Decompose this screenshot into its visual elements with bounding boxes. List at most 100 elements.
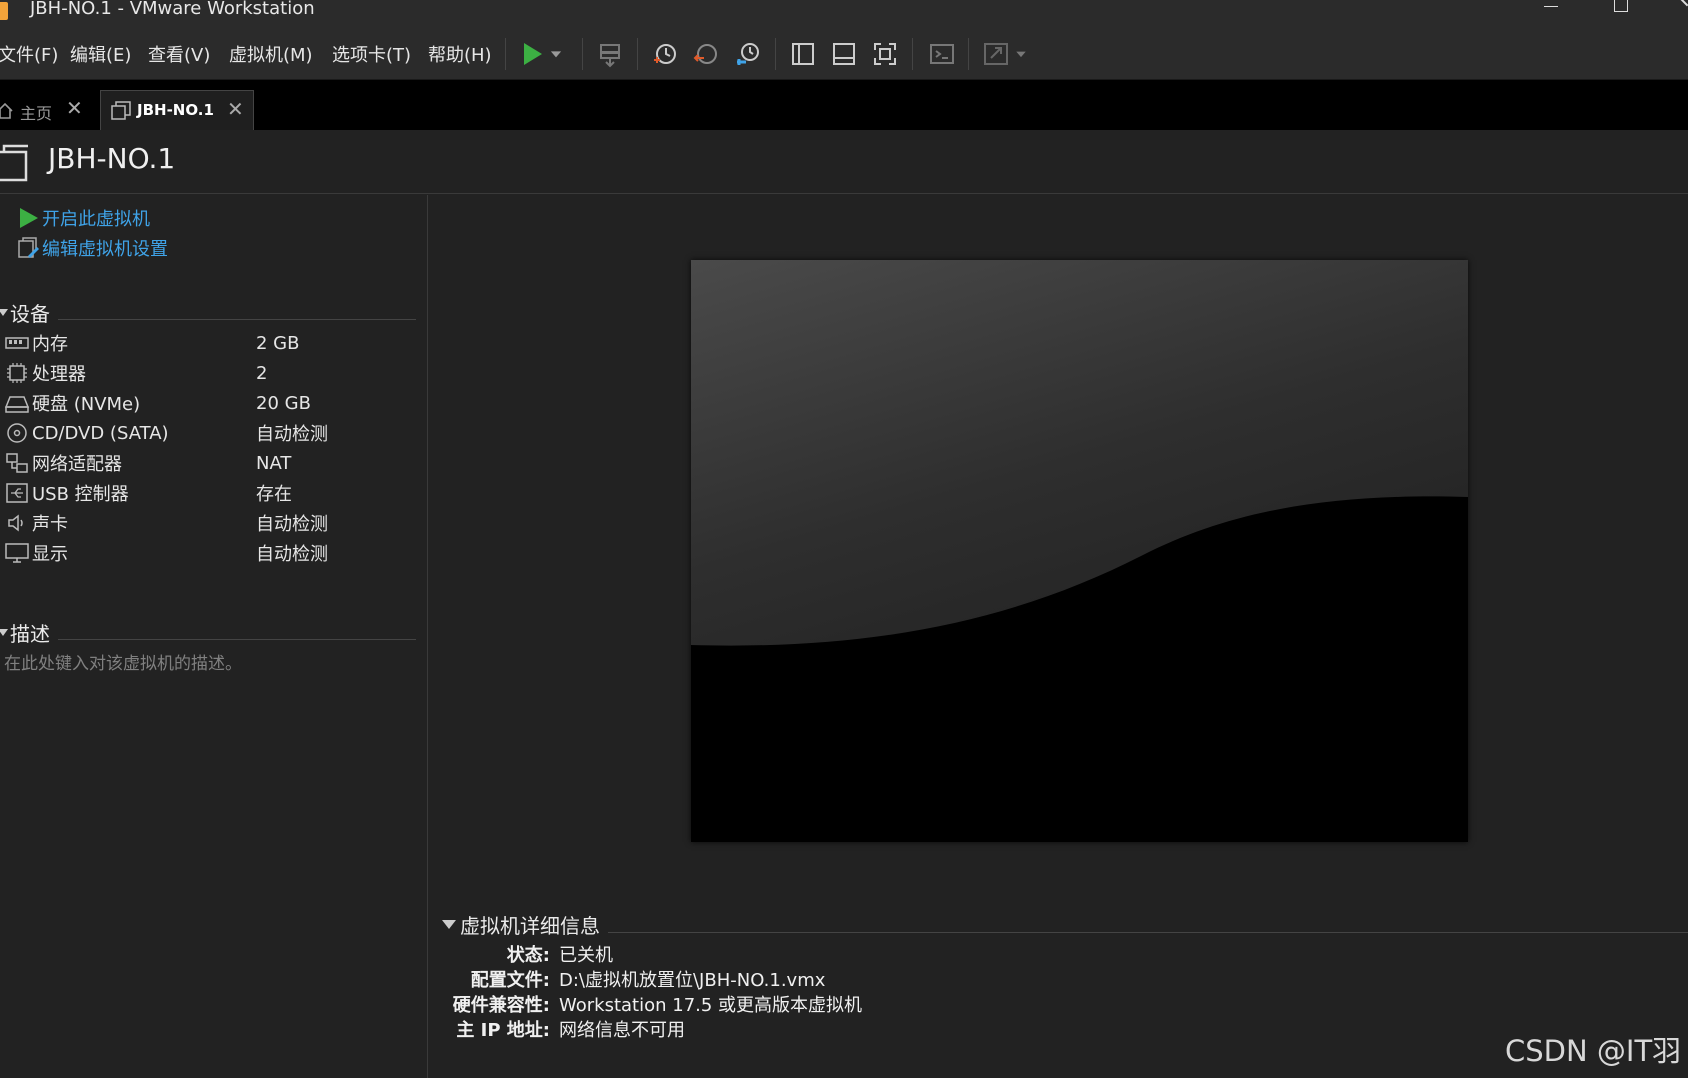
vm-tab-icon — [111, 101, 131, 120]
detail-row-status: 状态: 已关机 — [0, 941, 1688, 966]
menu-file[interactable]: 文件(F) — [0, 41, 58, 67]
power-on-label: 开启此虚拟机 — [42, 209, 150, 230]
device-row-network-adapter[interactable]: 网络适配器 NAT — [4, 449, 404, 477]
toolbar-separator — [968, 38, 969, 70]
menu-vm[interactable]: 虚拟机(M) — [229, 41, 313, 67]
close-tab-icon[interactable]: ✕ — [66, 98, 83, 118]
tab-vm-label: JBH-NO.1 — [137, 101, 214, 119]
device-name: 硬盘 (NVMe) — [32, 394, 141, 415]
toolbar-separator — [912, 38, 913, 70]
device-name: 处理器 — [32, 364, 86, 385]
hard-disk-icon — [4, 396, 30, 413]
menu-view[interactable]: 查看(V) — [148, 41, 210, 67]
tab-vm[interactable]: JBH-NO.1 ✕ — [100, 90, 254, 130]
memory-icon — [5, 337, 29, 349]
detail-value: 已关机 — [559, 945, 613, 966]
device-row-hard-disk[interactable]: 硬盘 (NVMe) 20 GB — [4, 389, 404, 417]
snapshot-icon[interactable] — [649, 38, 681, 70]
device-row-sound[interactable]: 声卡 自动检测 — [4, 509, 404, 537]
detail-value: Workstation 17.5 或更高版本虚拟机 — [559, 995, 863, 1016]
details-section-header[interactable]: 虚拟机详细信息 — [442, 910, 1688, 938]
device-value: 自动检测 — [256, 544, 328, 565]
device-value: 存在 — [256, 484, 292, 505]
description-section-header[interactable]: 描述 — [0, 619, 416, 646]
revert-snapshot-icon[interactable] — [690, 38, 722, 70]
device-value: 2 — [256, 362, 268, 384]
power-on-button[interactable]: 开启此虚拟机 — [16, 205, 150, 231]
device-name: 内存 — [32, 334, 68, 355]
section-divider — [58, 318, 416, 320]
vm-icon — [0, 144, 28, 182]
edit-settings-label: 编辑虚拟机设置 — [42, 239, 168, 260]
menu-edit[interactable]: 编辑(E) — [70, 41, 131, 67]
toolbar-separator — [637, 38, 638, 70]
devices-section-header[interactable]: 设备 — [0, 299, 416, 326]
device-value: 自动检测 — [256, 424, 328, 445]
detail-key: 状态: — [506, 945, 550, 966]
devices-heading: 设备 — [10, 301, 50, 326]
device-value: 20 GB — [256, 392, 311, 414]
unity-dropdown-icon[interactable] — [1010, 38, 1032, 70]
maximize-button[interactable] — [1600, 0, 1640, 22]
description-input[interactable]: 在此处键入对该虚拟机的描述。 — [4, 649, 242, 674]
vmware-app-icon — [0, 2, 8, 20]
device-row-cd-dvd[interactable]: CD/DVD (SATA) 自动检测 — [4, 419, 404, 447]
detail-key: 配置文件: — [470, 970, 550, 991]
device-row-display[interactable]: 显示 自动检测 — [4, 539, 404, 567]
detail-row-config-file: 配置文件: D:\虚拟机放置位\JBH-NO.1.vmx — [0, 966, 1688, 991]
device-name: 声卡 — [32, 514, 68, 535]
toolbar-separator — [582, 38, 583, 70]
description-heading: 描述 — [10, 621, 50, 646]
play-icon — [20, 208, 38, 228]
tab-home[interactable]: 主页 ✕ — [0, 90, 90, 130]
menu-tabs[interactable]: 选项卡(T) — [332, 41, 411, 67]
device-value: NAT — [256, 452, 292, 474]
toolbar-separator — [775, 38, 776, 70]
device-row-usb[interactable]: USB 控制器 存在 — [4, 479, 404, 507]
minimize-button[interactable] — [1530, 0, 1570, 22]
menu-toolbar: 文件(F) 编辑(E) 查看(V) 虚拟机(M) 选项卡(T) 帮助(H) — [0, 28, 1688, 80]
collapse-triangle-icon — [0, 308, 8, 316]
toolbar-separator — [505, 38, 506, 70]
detail-row-ip-address: 主 IP 地址: 网络信息不可用 — [0, 1016, 1688, 1041]
home-icon — [0, 102, 13, 119]
watermark: CSDN @IT羽 — [1505, 1034, 1682, 1068]
device-value: 自动检测 — [256, 514, 328, 535]
collapse-triangle-icon — [0, 628, 8, 636]
detail-value: D:\虚拟机放置位\JBH-NO.1.vmx — [559, 970, 826, 991]
device-row-memory[interactable]: 内存 2 GB — [4, 329, 404, 357]
close-tab-icon[interactable]: ✕ — [227, 99, 244, 119]
device-name: CD/DVD (SATA) — [32, 422, 169, 444]
sound-icon — [8, 514, 23, 532]
vm-screen-preview[interactable] — [691, 260, 1468, 842]
network-adapter-icon — [6, 453, 28, 473]
usb-icon — [6, 483, 28, 503]
fullscreen-icon[interactable] — [869, 38, 901, 70]
dropdown-icon[interactable] — [544, 38, 568, 70]
details-heading: 虚拟机详细信息 — [460, 913, 600, 938]
thumbnail-view-icon[interactable] — [828, 38, 860, 70]
detail-row-hardware-compat: 硬件兼容性: Workstation 17.5 或更高版本虚拟机 — [0, 991, 1688, 1016]
vm-screen-thumbnail — [691, 260, 1468, 842]
console-icon[interactable] — [926, 38, 958, 70]
vm-title: JBH-NO.1 — [48, 142, 176, 175]
device-name: 网络适配器 — [32, 454, 122, 475]
device-value: 2 GB — [256, 332, 300, 354]
edit-settings-icon — [18, 237, 39, 258]
device-row-cpu[interactable]: 处理器 2 — [4, 359, 404, 387]
snapshot-manager-icon[interactable] — [732, 38, 764, 70]
detail-value: 网络信息不可用 — [559, 1020, 685, 1041]
send-ctrl-alt-del-icon[interactable] — [594, 38, 626, 70]
device-name: USB 控制器 — [32, 484, 129, 505]
title-bar: JBH-NO.1 - VMware Workstation — [0, 0, 1688, 28]
window-title: JBH-NO.1 - VMware Workstation — [30, 0, 315, 19]
cpu-icon — [7, 363, 27, 383]
edit-settings-button[interactable]: 编辑虚拟机设置 — [16, 235, 168, 261]
tab-home-label: 主页 — [20, 104, 53, 123]
library-view-icon[interactable] — [787, 38, 819, 70]
cd-dvd-icon — [7, 423, 27, 443]
close-button[interactable] — [1660, 0, 1688, 22]
device-name: 显示 — [32, 544, 68, 565]
unity-icon[interactable] — [980, 38, 1012, 70]
menu-help[interactable]: 帮助(H) — [428, 41, 492, 67]
